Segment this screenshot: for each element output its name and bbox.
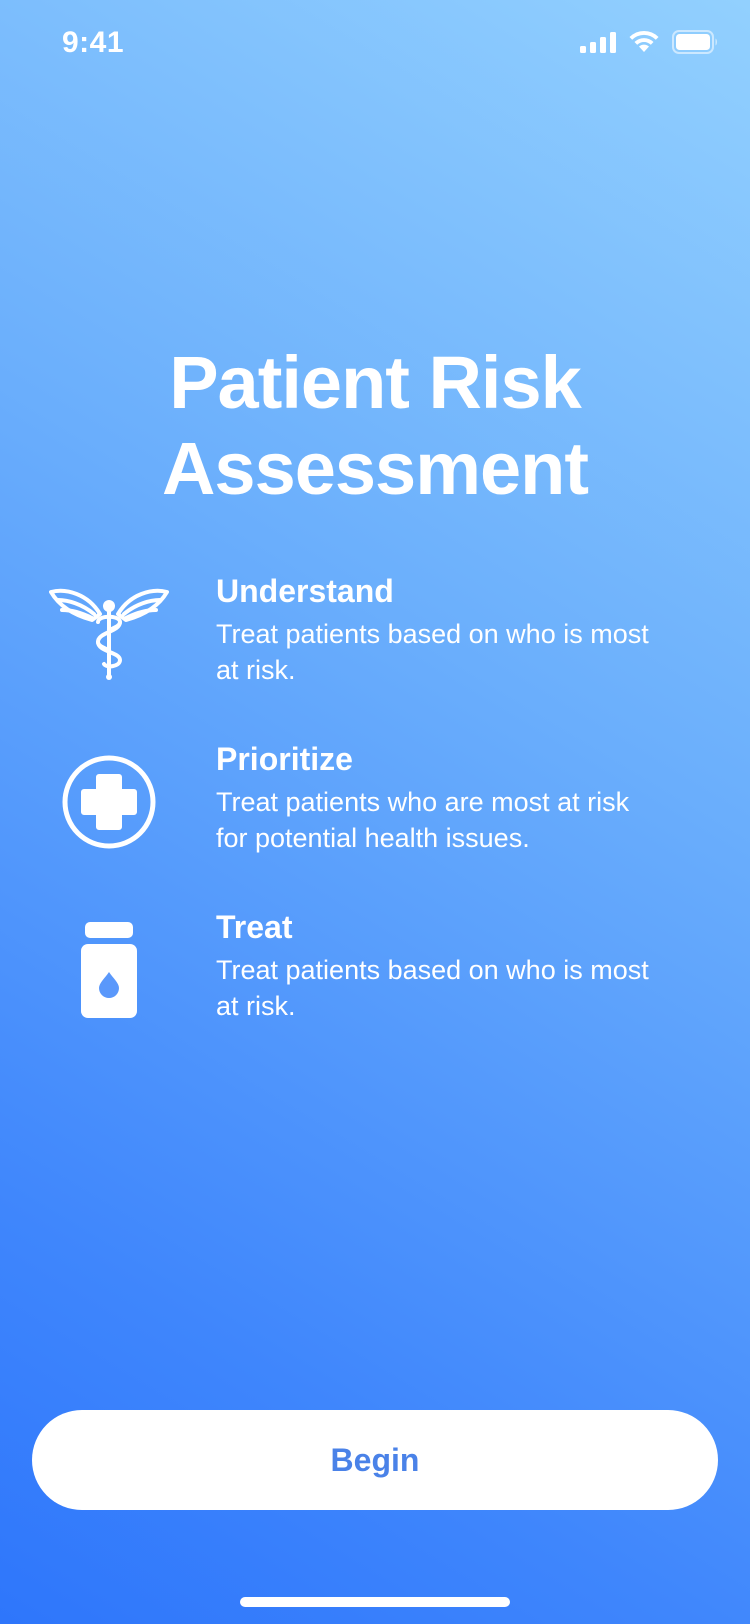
- feature-description: Treat patients who are most at risk for …: [216, 784, 706, 856]
- feature-heading: Treat: [216, 909, 293, 945]
- home-indicator[interactable]: [240, 1597, 510, 1607]
- onboarding-screen: 9:41 Patient Risk Assessment Understand …: [0, 0, 750, 1624]
- wifi-icon: [628, 30, 660, 59]
- page-title-line-2: Assessment: [161, 427, 589, 510]
- battery-icon: [672, 30, 718, 59]
- caduceus-icon: [46, 582, 172, 680]
- medicine-bottle-icon: [46, 922, 172, 1018]
- feature-description-line: Treat patients based on who is most: [216, 955, 649, 985]
- feature-heading: Understand: [216, 573, 394, 609]
- feature-description-line: Treat patients who are most at risk: [216, 787, 630, 817]
- status-icons: [580, 30, 718, 59]
- feature-description-line: Treat patients based on who is most: [216, 619, 649, 649]
- feature-heading: Prioritize: [216, 741, 353, 777]
- cellular-signal-icon: [580, 31, 616, 58]
- feature-prioritize-text: Prioritize Treat patients who are most a…: [216, 740, 706, 856]
- page-title: Patient Risk Assessment: [0, 340, 750, 512]
- feature-description: Treat patients based on who is most at r…: [216, 616, 706, 688]
- status-time: 9:41: [62, 26, 125, 59]
- page-title-line-1: Patient Risk: [169, 341, 582, 424]
- feature-description-line: for potential health issues.: [216, 823, 530, 853]
- medical-cross-icon: [46, 754, 172, 850]
- feature-understand-text: Understand Treat patients based on who i…: [216, 572, 706, 688]
- feature-description-line: at risk.: [216, 655, 296, 685]
- begin-button[interactable]: Begin: [32, 1410, 718, 1510]
- feature-description-line: at risk.: [216, 991, 296, 1021]
- feature-description: Treat patients based on who is most at r…: [216, 952, 706, 1024]
- feature-treat-text: Treat Treat patients based on who is mos…: [216, 908, 706, 1024]
